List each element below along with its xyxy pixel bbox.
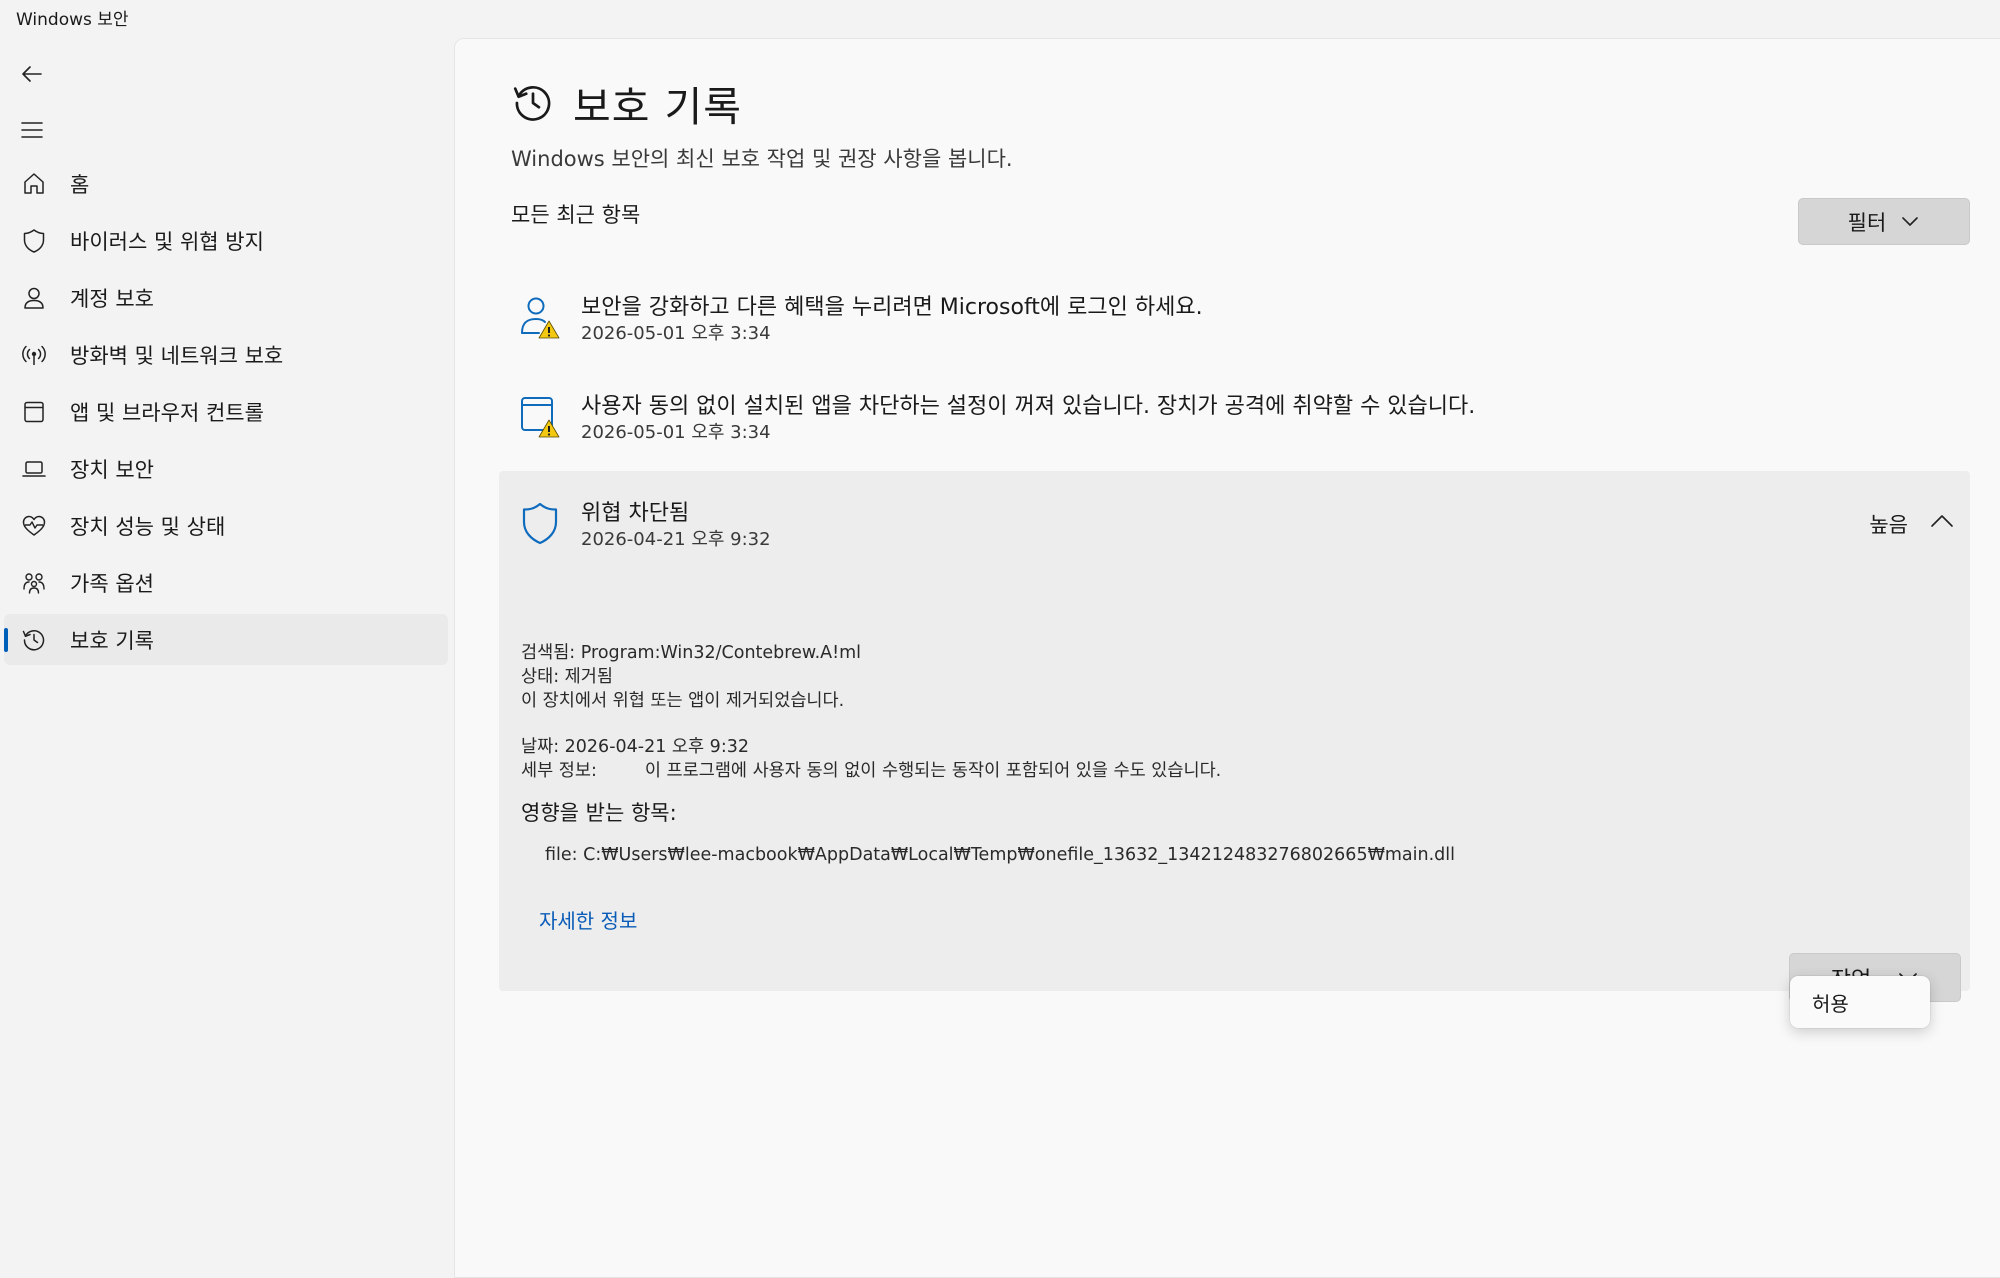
app-title: Windows 보안 [16,10,129,30]
chevron-down-icon [1902,216,1919,226]
status-text: 상태: 제거됨 [521,667,613,687]
sidebar-item-label: 장치 성능 및 상태 [70,514,226,539]
person-icon [20,284,48,312]
page-description: Windows 보안의 최신 보호 작업 및 권장 사항을 봅니다. [511,147,1013,171]
back-button[interactable] [14,56,50,92]
sidebar-item-device-security[interactable]: 장치 보안 [4,443,448,494]
sidebar-item-label: 가족 옵션 [70,571,154,596]
entry-timestamp: 2026-05-01 오후 3:34 [581,323,771,344]
severity-label: 높음 [1869,513,1908,537]
threat-entry-expanded: 위협 차단됨 2026-04-21 오후 9:32 높음 검색됨: Progra… [499,471,1970,1002]
affected-items-label: 영향을 받는 항목: [521,801,677,825]
family-icon [20,569,48,597]
sidebar-item-label: 바이러스 및 위협 방지 [70,229,264,254]
sidebar-item-label: 보호 기록 [70,628,154,653]
sidebar-item-protection-history[interactable]: 보호 기록 [4,614,448,665]
entry-title: 사용자 동의 없이 설치된 앱을 차단하는 설정이 꺼져 있습니다. 장치가 공… [581,394,1476,419]
app-warning-icon [521,397,560,438]
sidebar-item-family-options[interactable]: 가족 옵션 [4,557,448,608]
more-info-link[interactable]: 자세한 정보 [539,905,637,934]
antenna-icon [20,341,48,369]
entry-timestamp: 2026-05-01 오후 3:34 [581,422,771,443]
sidebar-item-label: 방화벽 및 네트워크 보호 [70,343,284,368]
filter-button-label: 필터 [1847,210,1887,235]
history-icon [513,86,551,121]
heart-pulse-icon [20,512,48,540]
shield-icon [522,502,558,545]
section-label: 모든 최근 항목 [511,203,641,227]
action-dropdown-menu: 허용 [1790,976,1930,1028]
sidebar-item-label: 계정 보호 [70,286,154,311]
status-note: 이 장치에서 위협 또는 앱이 제거되었습니다. [521,691,845,711]
sidebar-item-firewall[interactable]: 방화벽 및 네트워크 보호 [4,329,448,380]
sidebar-item-label: 홈 [70,172,90,197]
details-row: 세부 정보: 이 프로그램에 사용자 동의 없이 수행되는 동작이 포함되어 있을… [521,757,1221,782]
sidebar-item-account-protection[interactable]: 계정 보호 [4,272,448,323]
entry-title: 보안을 강화하고 다른 혜택을 누리려면 Microsoft에 로그인 하세요. [581,295,1203,320]
file-path: file: C:₩Users₩lee-macbook₩AppData₩Local… [545,845,1455,865]
threat-timestamp: 2026-04-21 오후 9:32 [581,529,771,550]
detected-text: 검색됨: Program:Win32/Contebrew.A!ml [521,643,862,663]
laptop-icon [20,455,48,483]
sidebar-item-label: 장치 보안 [70,457,154,482]
page-header: 보호 기록 [511,73,742,133]
details-text: 이 프로그램에 사용자 동의 없이 수행되는 동작이 포함되어 있을 수도 있습… [644,761,1222,781]
menu-item-allow[interactable]: 허용 [1812,988,1849,1017]
hamburger-icon [21,122,43,138]
filter-button[interactable]: 필터 [1798,198,1970,245]
sidebar-item-app-browser-control[interactable]: 앱 및 브라우저 컨트롤 [4,386,448,437]
home-icon [20,170,48,198]
threat-title: 위협 차단됨 [581,501,690,526]
app-window-icon [20,398,48,426]
main-panel: 보호 기록 Windows 보안의 최신 보호 작업 및 권장 사항을 봅니다.… [454,38,2000,1278]
account-warning-icon [521,297,560,339]
history-icon [20,626,48,654]
sidebar-item-home[interactable]: 홈 [4,158,448,209]
sidebar-nav: 홈 바이러스 및 위협 방지 계정 보호 방화벽 및 네트워크 보호 앱 및 브… [0,158,452,671]
shield-icon [20,227,48,255]
sidebar-item-device-health[interactable]: 장치 성능 및 상태 [4,500,448,551]
hamburger-menu-button[interactable] [14,112,50,148]
sidebar-item-label: 앱 및 브라우저 컨트롤 [70,400,264,425]
back-arrow-icon [22,66,42,82]
details-label: 세부 정보: [521,761,597,781]
chevron-up-icon[interactable] [1928,507,1956,535]
sidebar-item-virus-protection[interactable]: 바이러스 및 위협 방지 [4,215,448,266]
date-text: 날짜: 2026-04-21 오후 9:32 [521,737,749,757]
page-title: 보호 기록 [573,83,742,131]
